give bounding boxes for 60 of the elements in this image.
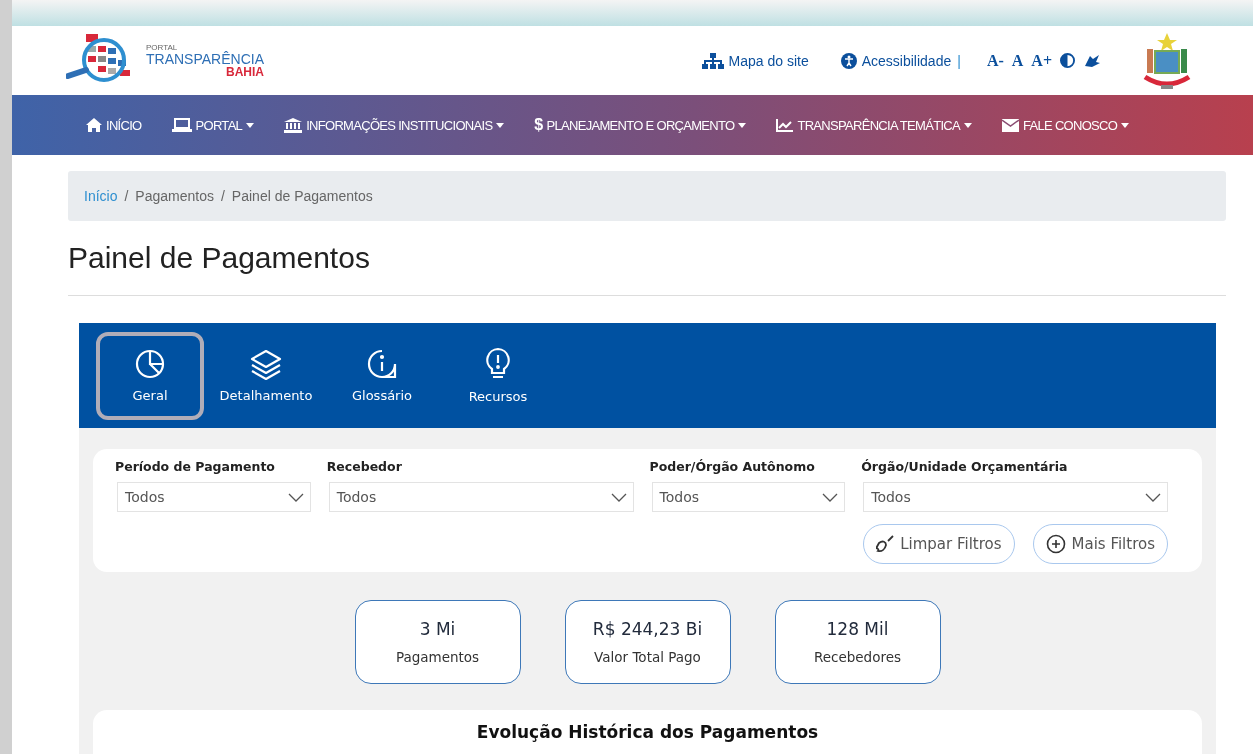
filter-label: Recebedor [326, 459, 403, 474]
nav-menu-item[interactable]: $ PLANEJAMENTO E ORÇAMENTO [534, 116, 747, 134]
dropdown-field[interactable]: Todos [863, 482, 1168, 512]
sitemap-icon [701, 52, 724, 69]
report-tab[interactable]: Recursos [444, 331, 552, 420]
pie-chart-icon [134, 348, 166, 380]
kpi-label: Recebedores [813, 649, 902, 665]
chart-title: Evolução Histórica dos Pagamentos [476, 722, 819, 744]
font-size-button[interactable]: A- [986, 51, 1004, 70]
filter-label: Órgão/Unidade Orçamentária [861, 459, 1069, 474]
breadcrumb-item: Painel de Pagamentos [231, 188, 373, 204]
kpi-value: 128 Mil [826, 619, 889, 639]
report-tab[interactable]: Geral [96, 331, 204, 420]
dropdown-field[interactable]: Todos [651, 482, 846, 512]
report-tab[interactable]: Detalhamento [212, 331, 320, 420]
breadcrumb-item: Pagamentos [135, 188, 214, 204]
contrast-icon[interactable] [1060, 53, 1075, 68]
laptop-icon [171, 118, 192, 132]
nav-menu-item[interactable]: TRANSPARÊNCIA TEMÁTICA [776, 117, 972, 133]
layers-icon [249, 348, 283, 380]
dropdown-field[interactable]: Todos [328, 482, 634, 512]
breadcrumb-separator: / [124, 188, 129, 204]
report-tab[interactable]: Glossário [328, 331, 436, 420]
envelope-icon [1002, 118, 1019, 132]
line-chart-icon [776, 118, 794, 132]
separator-text: | [957, 52, 961, 69]
kpi-value: 3 Mi [419, 619, 456, 639]
chevron-down-icon [1145, 492, 1161, 502]
top-link[interactable]: Mapa do site [701, 52, 809, 69]
filter-button[interactable]: Mais Filtros [1032, 524, 1168, 564]
font-size-button[interactable]: A [1011, 51, 1024, 70]
kpi-label: Pagamentos [395, 649, 480, 665]
logo-bahia-text: BAHIA [226, 65, 264, 78]
chevron-down-icon [287, 492, 304, 502]
nav-menu-item[interactable]: INÍCIO [86, 117, 142, 133]
font-size-button[interactable]: A+ [1031, 51, 1052, 70]
filter-label: Poder/Órgão Autônomo [649, 459, 816, 474]
breadcrumb-separator: / [220, 188, 225, 204]
bank-icon [284, 117, 303, 133]
logo-title-text: TRANSPARÊNCIA [146, 51, 264, 66]
accessibility-icon [840, 52, 857, 69]
lightbulb-icon [485, 347, 511, 381]
kpi-label: Valor Total Pago [594, 649, 701, 665]
filter-button[interactable]: Limpar Filtros [863, 524, 1015, 564]
chevron-down-icon [610, 492, 627, 502]
dollar-icon: $ [534, 116, 543, 134]
info-icon [366, 348, 398, 380]
dropdown-field[interactable]: Todos [117, 482, 311, 512]
top-link[interactable]: Acessibilidade [840, 52, 952, 69]
plus-circle-icon [1045, 534, 1066, 554]
kpi-value: R$ 244,23 Bi [592, 619, 703, 639]
nav-menu-item[interactable]: PORTAL [171, 117, 255, 133]
filter-label: Período de Pagamento [115, 459, 276, 474]
nav-menu-item[interactable]: FALE CONOSCO [1002, 117, 1130, 133]
page-title: Painel de Pagamentos [68, 241, 371, 275]
home-icon [86, 118, 102, 132]
chevron-down-icon [822, 492, 839, 502]
logo-portal-text: PORTAL [146, 43, 178, 52]
nav-menu-item[interactable]: INFORMAÇÕES INSTITUCIONAIS [284, 117, 505, 133]
broom-icon [876, 535, 895, 553]
